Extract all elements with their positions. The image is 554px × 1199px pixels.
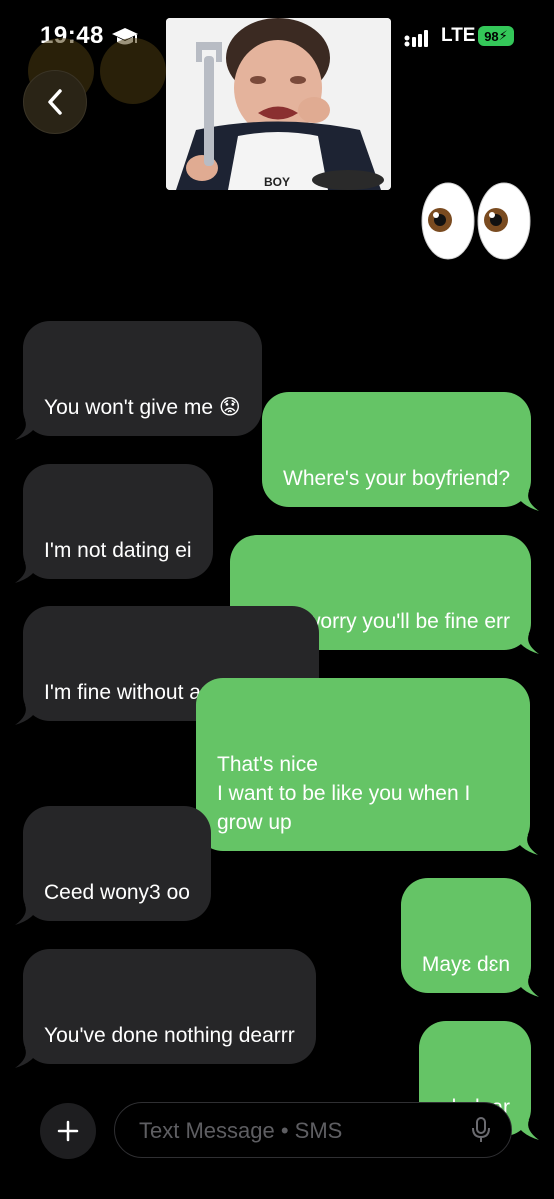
network-type: LTE bbox=[441, 25, 476, 46]
faded-emoji bbox=[100, 38, 166, 104]
message-bubble-outgoing[interactable]: Where's your boyfriend? bbox=[262, 392, 539, 511]
chevron-left-icon bbox=[48, 89, 62, 115]
message-bubble-incoming[interactable]: Ceed wony3 oo bbox=[15, 806, 211, 925]
message-text: You've done nothing dearrr bbox=[44, 1024, 295, 1047]
message-text: Ceed wony3 oo bbox=[44, 881, 190, 904]
message-bubble-outgoing[interactable]: Mayɛ dɛn bbox=[400, 878, 539, 997]
message-text: Mayɛ dɛn bbox=[421, 953, 510, 976]
message-text: I'm not dating ei bbox=[44, 539, 192, 562]
message-text: That's nice I want to be like you when I… bbox=[217, 753, 471, 834]
message-input-container[interactable] bbox=[114, 1102, 512, 1158]
sticker-image: BOY bbox=[166, 18, 391, 190]
message-text: Where's your boyfriend? bbox=[283, 467, 510, 490]
svg-text:BOY: BOY bbox=[264, 175, 290, 189]
message-bubble-outgoing[interactable]: That's nice I want to be like you when I… bbox=[196, 678, 538, 855]
battery-level: 98 bbox=[484, 28, 499, 44]
back-button[interactable] bbox=[23, 70, 87, 134]
microphone-icon[interactable] bbox=[471, 1117, 491, 1143]
plus-icon bbox=[57, 1120, 79, 1142]
eyes-emoji bbox=[421, 182, 531, 260]
add-attachment-button[interactable] bbox=[40, 1103, 96, 1159]
message-text: You won't give me 😟 bbox=[44, 396, 241, 419]
message-bubble-incoming[interactable]: I'm not dating ei bbox=[15, 464, 213, 583]
signal-bars-icon bbox=[404, 30, 428, 47]
message-input[interactable] bbox=[137, 1103, 461, 1158]
battery-indicator: 98 ⚡ bbox=[478, 26, 514, 46]
message-bubble-incoming[interactable]: You've done nothing dearrr bbox=[15, 949, 316, 1068]
message-bubble-incoming[interactable]: You won't give me 😟 bbox=[15, 321, 262, 440]
charging-icon: ⚡ bbox=[498, 28, 508, 43]
